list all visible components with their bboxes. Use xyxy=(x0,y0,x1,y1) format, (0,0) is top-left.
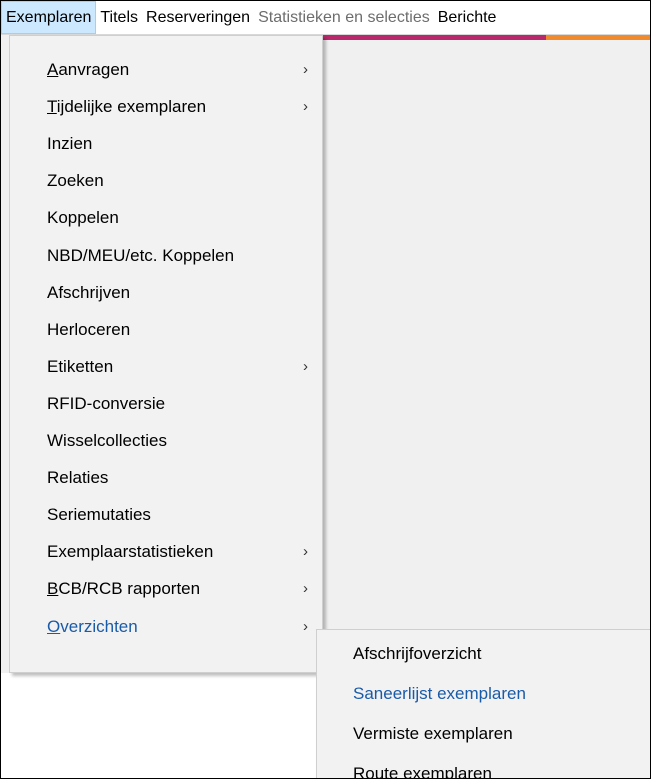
submenu-item-vermiste-exemplaren[interactable]: Vermiste exemplaren xyxy=(317,716,650,752)
menu-item-label: Wisselcollecties xyxy=(47,423,167,459)
menu-item-text: Seriemutaties xyxy=(47,505,151,525)
menu-item-herloceren[interactable]: Herloceren xyxy=(10,312,322,348)
menu-exemplaren[interactable]: Exemplaren xyxy=(1,1,97,34)
chevron-right-icon: › xyxy=(303,61,308,78)
exemplaren-dropdown-menu: Aanvragen › Tijdelijke exemplaren › Inzien Zo… xyxy=(9,35,323,673)
menu-item-label: Seriemutaties xyxy=(47,497,151,533)
menu-item-label: Inzien xyxy=(47,126,92,162)
mnemonic-letter: T xyxy=(47,97,57,117)
menu-item-wisselcollecties[interactable]: Wisselcollecties xyxy=(10,423,322,459)
submenu-item-afschrijfoverzicht[interactable]: Afschrijfoverzicht xyxy=(317,636,650,672)
menu-titels[interactable]: Titels xyxy=(96,1,142,34)
menu-item-text: Herloceren xyxy=(47,319,131,339)
menu-item-label: Overzichten xyxy=(47,609,138,645)
menu-item-label: Afschrijven xyxy=(47,275,130,311)
menu-item-inzien[interactable]: Inzien xyxy=(10,126,322,162)
empty-area xyxy=(1,673,316,778)
menu-item-seriemutaties[interactable]: Seriemutaties xyxy=(10,497,322,533)
submenu-item-saneerlijst-exemplaren[interactable]: Saneerlijst exemplaren xyxy=(317,676,650,712)
menu-item-label: Zoeken xyxy=(47,163,104,199)
menu-berichten[interactable]: Berichte xyxy=(434,1,501,34)
menu-item-label: Etiketten xyxy=(47,349,113,385)
menu-item-nbd-meu-koppelen[interactable]: NBD/MEU/etc. Koppelen xyxy=(10,238,322,274)
menu-item-exemplaarstatistieken[interactable]: Exemplaarstatistieken › xyxy=(10,534,322,570)
menu-item-relaties[interactable]: Relaties xyxy=(10,460,322,496)
menu-item-text: Etiketten xyxy=(47,356,114,376)
menu-reserveringen[interactable]: Reserveringen xyxy=(142,1,254,34)
menu-item-overzichten[interactable]: Overzichten › xyxy=(10,609,322,645)
menu-item-text: NBD/MEU/etc. Koppelen xyxy=(47,245,235,265)
menu-item-label: Aanvragen xyxy=(47,52,129,88)
mnemonic-letter: A xyxy=(47,60,59,79)
menu-item-text: ijdelijke exemplaren xyxy=(56,97,207,117)
menu-item-text: verzichten xyxy=(60,616,138,636)
menu-item-text: CB/RCB rapporten xyxy=(58,579,201,599)
menu-item-tijdelijke-exemplaren[interactable]: Tijdelijke exemplaren › xyxy=(10,89,322,125)
menu-item-bcb-rcb-rapporten[interactable]: BCB/RCB rapporten › xyxy=(10,571,322,607)
menu-item-rfid-conversie[interactable]: RFID-conversie xyxy=(10,386,322,422)
menu-item-afschrijven[interactable]: Afschrijven xyxy=(10,275,322,311)
chevron-right-icon: › xyxy=(303,357,308,375)
submenu-item-label: Route exemplaren xyxy=(353,764,492,779)
menu-item-label: Exemplaarstatistieken xyxy=(47,534,213,570)
chevron-right-icon: › xyxy=(303,580,308,598)
submenu-item-label: Afschrijfoverzicht xyxy=(353,644,482,663)
menu-item-label: Tijdelijke exemplaren xyxy=(47,89,206,125)
menu-item-text: Inzien xyxy=(47,134,93,154)
menu-item-label: RFID-conversie xyxy=(47,386,165,422)
menu-item-text: anvragen xyxy=(58,60,130,79)
app-window: Exemplaren Titels Reserveringen Statisti… xyxy=(0,0,651,779)
menu-item-etiketten[interactable]: Etiketten › xyxy=(10,349,322,385)
menu-item-zoeken[interactable]: Zoeken xyxy=(10,163,322,199)
workspace-area xyxy=(321,40,650,635)
menu-statistieken-en-selecties[interactable]: Statistieken en selecties xyxy=(254,1,434,34)
chevron-right-icon: › xyxy=(303,617,308,635)
menu-item-aanvragen[interactable]: Aanvragen › xyxy=(10,52,322,88)
menu-item-label: Relaties xyxy=(47,460,108,496)
menu-item-text: Relaties xyxy=(47,468,109,488)
submenu-item-label: Vermiste exemplaren xyxy=(353,724,513,743)
menu-item-text: Afschrijven xyxy=(47,282,131,302)
menu-item-text: Zoeken xyxy=(47,171,104,191)
menu-item-text: Koppelen xyxy=(47,208,119,228)
menu-item-text: Exemplaarstatistieken xyxy=(47,542,214,562)
menu-item-label: BCB/RCB rapporten xyxy=(47,571,200,607)
submenu-item-label: Saneerlijst exemplaren xyxy=(353,684,526,703)
chevron-right-icon: › xyxy=(303,543,308,561)
menu-item-text: RFID-conversie xyxy=(47,393,166,413)
menu-item-label: NBD/MEU/etc. Koppelen xyxy=(47,238,234,274)
menu-bar: Exemplaren Titels Reserveringen Statisti… xyxy=(1,1,650,35)
menu-item-label: Herloceren xyxy=(47,312,130,348)
chevron-right-icon: › xyxy=(303,98,308,116)
submenu-item-route-exemplaren[interactable]: Route exemplaren xyxy=(317,756,650,779)
mnemonic-letter: O xyxy=(47,616,61,636)
mnemonic-letter: B xyxy=(47,579,59,599)
menu-item-label: Koppelen xyxy=(47,200,119,236)
menu-item-text: Wisselcollecties xyxy=(47,431,167,450)
menu-item-koppelen[interactable]: Koppelen xyxy=(10,200,322,236)
overzichten-submenu: Afschrijfoverzicht Saneerlijst exemplaren… xyxy=(316,629,650,779)
